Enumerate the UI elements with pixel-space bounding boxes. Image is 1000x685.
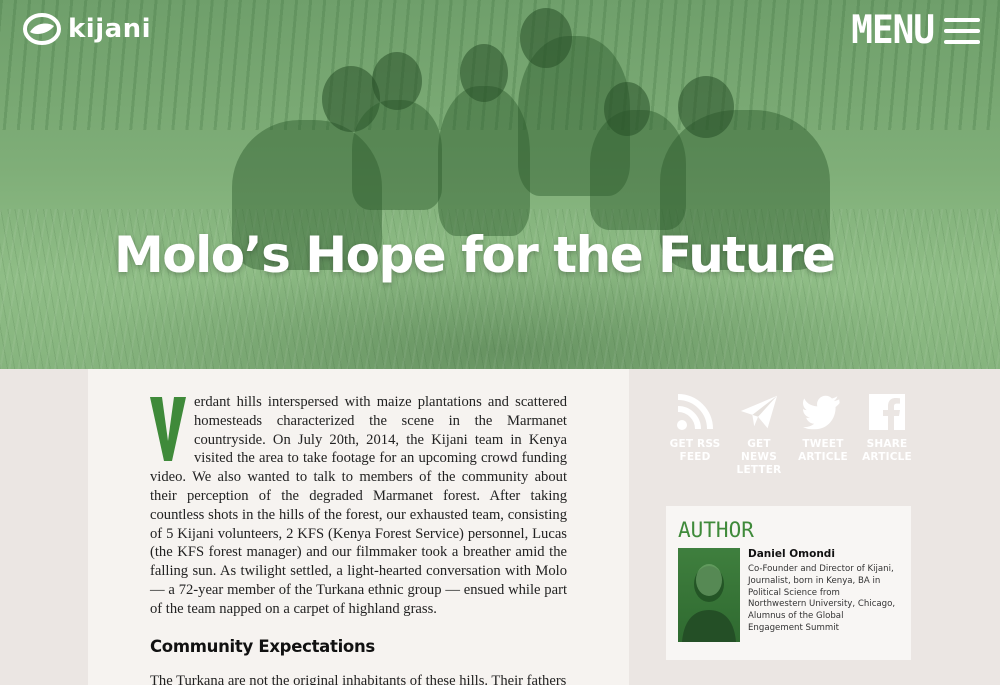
author-avatar[interactable]: [678, 548, 740, 642]
hamburger-icon: [944, 17, 980, 44]
author-body: Daniel Omondi Co-Founder and Director of…: [678, 548, 899, 642]
share-label: GET NEWS LETTER: [736, 438, 782, 476]
share-bar: GET RSS FEED GET NEWS LETTER TWEET ARTIC…: [666, 392, 916, 477]
share-label: GET RSS FEED: [669, 438, 721, 463]
tweet-article-button[interactable]: TWEET ARTICLE: [794, 392, 852, 477]
author-info: Daniel Omondi Co-Founder and Director of…: [748, 548, 899, 642]
author-name[interactable]: Daniel Omondi: [748, 548, 899, 560]
rss-feed-button[interactable]: GET RSS FEED: [666, 392, 724, 477]
newsletter-button[interactable]: GET NEWS LETTER: [730, 392, 788, 477]
paragraph-2-text: The Turkana are not the original inhabit…: [150, 672, 567, 685]
facebook-icon: [867, 392, 907, 432]
kijani-logo[interactable]: kijani: [22, 12, 151, 46]
author-heading: AUTHOR: [678, 518, 754, 542]
article-paragraph: erdant hills interspersed with maize pla…: [150, 393, 567, 619]
drop-cap-v: [148, 395, 188, 463]
menu-label: MENU: [851, 7, 935, 54]
logo-text: kijani: [68, 14, 152, 44]
paragraph-1-text: erdant hills interspersed with maize pla…: [150, 394, 567, 617]
author-bio: Co-Founder and Director of Kijani, Journ…: [748, 564, 896, 633]
twitter-icon: [803, 392, 843, 432]
paper-plane-icon: [739, 392, 779, 432]
leaf-logo-icon: [22, 12, 62, 46]
share-label: SHARE ARTICLE: [862, 438, 912, 463]
article-body: erdant hills interspersed with maize pla…: [88, 369, 629, 685]
share-facebook-button[interactable]: SHARE ARTICLE: [858, 392, 916, 477]
share-label: TWEET ARTICLE: [798, 438, 848, 463]
menu-button[interactable]: MENU: [851, 7, 980, 54]
article-title: Molo’s Hope for the Future: [114, 226, 836, 284]
author-card: AUTHOR Daniel Omondi Co-Founder and Dire…: [666, 506, 911, 660]
rss-icon: [675, 392, 715, 432]
hero-banner: kijani MENU Molo’s Hope for the Future: [0, 0, 1000, 369]
section-heading: Community Expectations: [150, 636, 375, 656]
